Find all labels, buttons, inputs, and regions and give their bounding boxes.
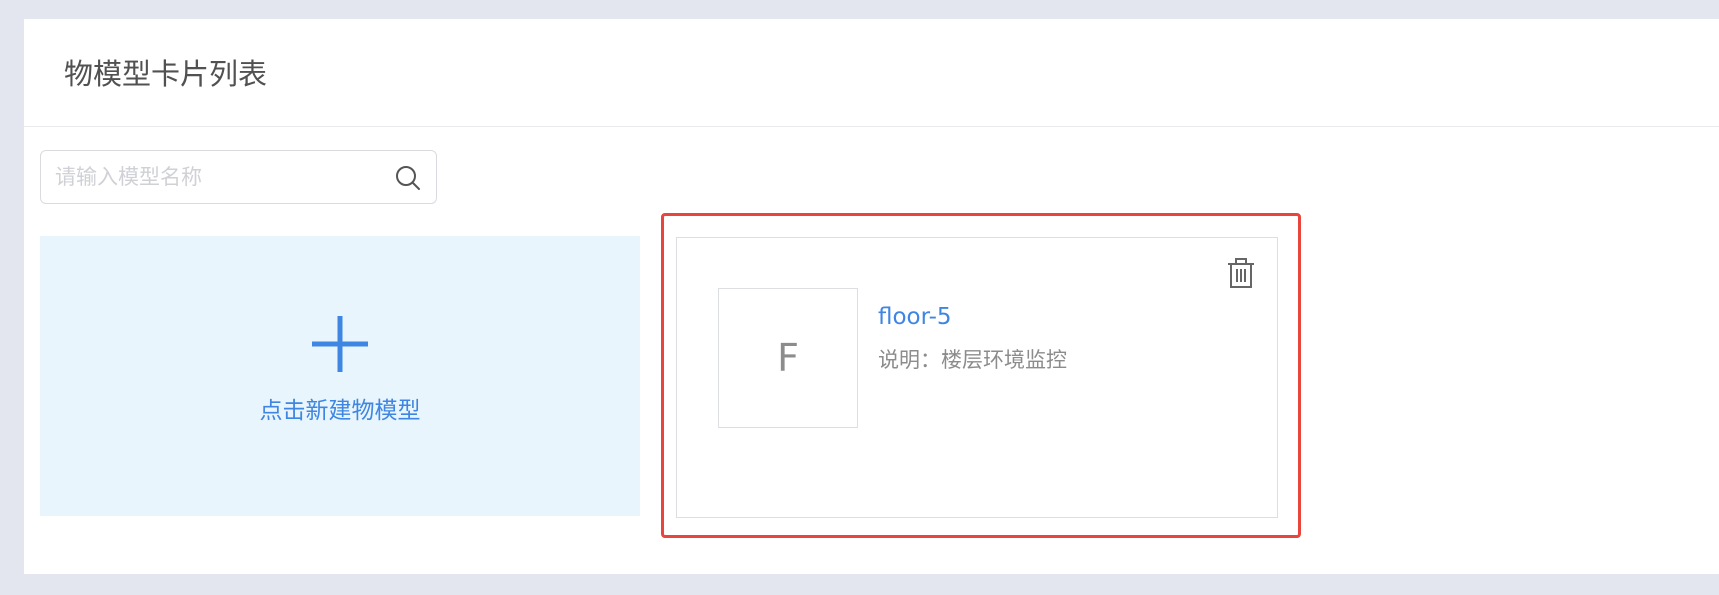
new-model-label: 点击新建物模型 [259, 398, 421, 424]
search-input[interactable] [55, 161, 385, 193]
model-avatar: F [718, 288, 858, 428]
model-card[interactable]: F floor-5 说明：楼层环境监控 [676, 237, 1278, 518]
model-name-link[interactable]: floor-5 [878, 302, 952, 332]
search-box[interactable] [40, 150, 437, 204]
model-description: 说明：楼层环境监控 [878, 348, 1067, 372]
search-icon[interactable] [394, 164, 422, 192]
trash-icon[interactable] [1225, 256, 1257, 290]
panel-header: 物模型卡片列表 [24, 19, 1719, 127]
page-title: 物模型卡片列表 [64, 57, 268, 91]
plus-icon [310, 314, 370, 374]
new-model-card[interactable]: 点击新建物模型 [40, 236, 640, 516]
